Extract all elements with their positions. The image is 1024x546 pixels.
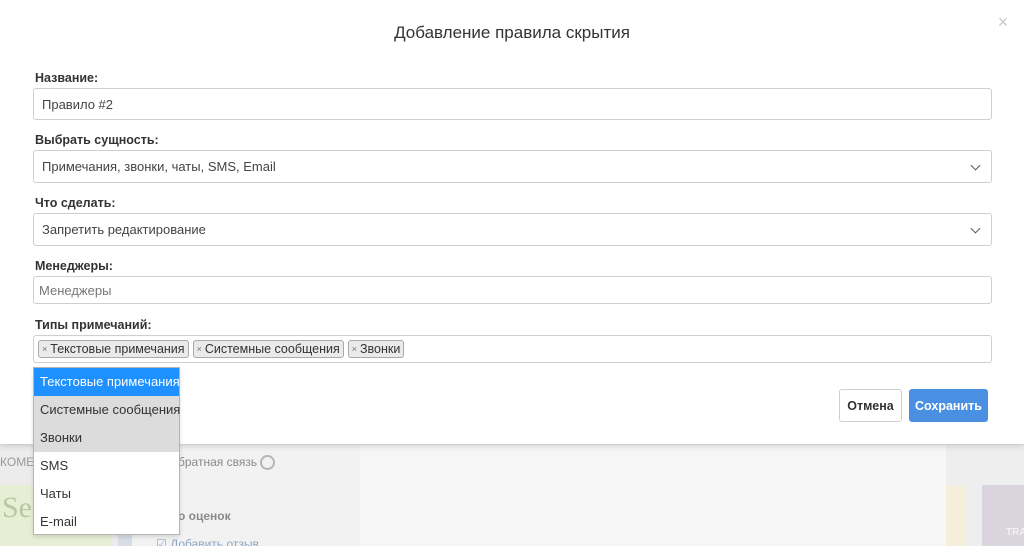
entity-label: Выбрать сущность: [35,133,159,147]
background-tab-label: КОМЕ [0,455,35,469]
managers-input[interactable]: Менеджеры [33,276,992,304]
managers-label: Менеджеры: [35,259,113,273]
name-input[interactable]: Правило #2 [33,88,992,120]
background-purple-card-label: TRA [1006,527,1024,538]
managers-placeholder: Менеджеры [39,282,112,298]
note-types-dropdown: Текстовые примечания Системные сообщения… [33,367,180,535]
name-label: Название: [35,71,99,85]
tag-label: Звонки [360,342,401,356]
tag-label: Текстовые примечания [50,342,185,356]
entity-select[interactable]: Примечания, звонки, чаты, SMS, Email [33,150,992,183]
background-main-area [360,445,946,546]
action-select[interactable]: Запретить редактирование [33,213,992,246]
background-feedback-tab: братная связь [178,455,276,471]
tag-remove-icon[interactable]: × [352,344,357,354]
tag-text-notes: × Текстовые примечания [38,340,189,358]
help-circle-icon [260,455,276,471]
background-card-logo: Se [2,491,32,524]
tag-system-messages: × Системные сообщения [192,340,344,358]
name-input-value: Правило #2 [42,96,114,112]
entity-select-value: Примечания, звонки, чаты, SMS, Email [42,159,276,174]
dropdown-option-calls[interactable]: Звонки [34,424,179,452]
cancel-button[interactable]: Отмена [839,389,902,422]
note-types-multiselect[interactable]: × Текстовые примечания × Системные сообщ… [33,335,992,363]
tag-calls: × Звонки [347,340,405,358]
dropdown-option-system-messages[interactable]: Системные сообщения [34,396,180,424]
tag-remove-icon[interactable]: × [42,344,47,354]
chevron-down-icon [970,223,981,234]
background-yellow-card [946,485,966,546]
modal-title: Добавление правила скрытия [394,23,630,42]
background-feedback-label: братная связь [178,455,258,469]
action-label: Что сделать: [35,196,116,210]
background-add-review-link: ☑ Добавить отзыв [156,537,259,546]
note-types-label: Типы примечаний: [35,318,152,332]
save-button[interactable]: Сохранить [909,389,988,422]
tag-remove-icon[interactable]: × [197,344,202,354]
tag-label: Системные сообщения [204,342,340,356]
chevron-down-icon [970,160,981,171]
background-ratings-label: о оценок [178,509,231,523]
dropdown-option-sms[interactable]: SMS [34,452,179,480]
dropdown-option-text-notes[interactable]: Текстовые примечания [34,368,180,396]
close-icon[interactable]: × [993,12,1013,32]
action-select-value: Запретить редактирование [42,222,206,237]
dropdown-option-email[interactable]: E-mail [34,508,179,536]
dropdown-option-chats[interactable]: Чаты [34,480,179,508]
